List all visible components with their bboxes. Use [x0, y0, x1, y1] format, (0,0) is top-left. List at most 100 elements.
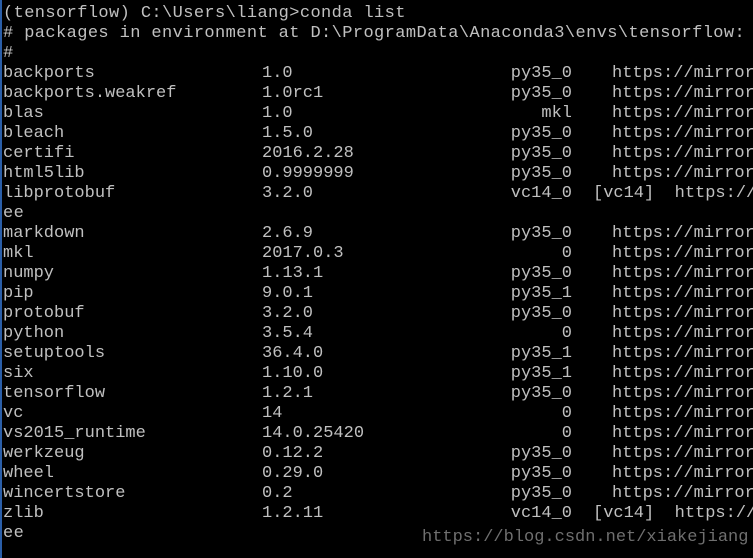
package-name: backports.weakref: [3, 84, 177, 103]
package-row: certifi 2016.2.28 py35_0 https://mirror: [0, 144, 753, 164]
package-name: html5lib: [3, 164, 85, 183]
package-name: protobuf: [3, 304, 85, 323]
package-row: libprotobuf 3.2.0 vc14_0 [vc14] https://: [0, 184, 753, 204]
package-channel: https://mirror: [612, 384, 753, 403]
package-row: pip 9.0.1 py35_1 https://mirror: [0, 284, 753, 304]
package-build: vc14_0: [510, 504, 572, 523]
package-build: py35_1: [510, 284, 572, 303]
package-channel: https://mirror: [612, 164, 753, 183]
package-row: six 1.10.0 py35_1 https://mirror: [0, 364, 753, 384]
package-build: py35_0: [510, 64, 572, 83]
wrapped-line-continuation: ee: [3, 524, 25, 543]
package-row: backports.weakref 1.0rc1 py35_0 https://mir…: [0, 84, 753, 104]
package-row: html5lib 0.9999999 py35_0 https://mirror: [0, 164, 753, 184]
prompt-command-line: (tensorflow) C:\Users\liang>conda list: [3, 4, 406, 23]
package-version: 0.29.0: [262, 464, 324, 483]
package-row: vs2015_runtime 14.0.25420 0 https://mirror: [0, 424, 753, 444]
package-build: 0: [561, 404, 572, 423]
package-version: 0.2: [262, 484, 293, 503]
package-channel: https://mirror: [612, 324, 753, 343]
package-build: py35_0: [510, 264, 572, 283]
package-build: py35_0: [510, 444, 572, 463]
package-row: zlib 1.2.11 vc14_0 [vc14] https://: [0, 504, 753, 524]
package-name: numpy: [3, 264, 55, 283]
package-channel: https://mirror: [612, 244, 753, 263]
package-channel: https://mirror: [612, 124, 753, 143]
package-row: markdown 2.6.9 py35_0 https://mirror: [0, 224, 753, 244]
package-version: 1.10.0: [262, 364, 324, 383]
package-channel: https://mirror: [612, 424, 753, 443]
package-channel: https://mirror: [612, 144, 753, 163]
package-channel: https://mirror: [612, 464, 753, 483]
package-build: vc14_0: [510, 184, 572, 203]
package-build: py35_1: [510, 364, 572, 383]
package-build: 0: [561, 324, 572, 343]
package-name: certifi: [3, 144, 75, 163]
package-name: pip: [3, 284, 34, 303]
package-row: blas 1.0 mkl https://mirror: [0, 104, 753, 124]
package-name: zlib: [3, 504, 44, 523]
package-row: python 3.5.4 0 https://mirror: [0, 324, 753, 344]
package-channel: [vc14] https://: [593, 184, 753, 203]
package-version: 0.12.2: [262, 444, 324, 463]
package-version: 1.0: [262, 104, 293, 123]
package-channel: https://mirror: [612, 264, 753, 283]
package-version: 36.4.0: [262, 344, 324, 363]
package-row: werkzeug 0.12.2 py35_0 https://mirror: [0, 444, 753, 464]
package-build: py35_0: [510, 84, 572, 103]
package-name: backports: [3, 64, 95, 83]
package-name: bleach: [3, 124, 65, 143]
package-build: mkl: [541, 104, 572, 123]
package-name: vs2015_runtime: [3, 424, 146, 443]
package-channel: https://mirror: [612, 84, 753, 103]
package-version: 1.13.1: [262, 264, 324, 283]
package-channel: https://mirror: [612, 104, 753, 123]
package-name: wincertstore: [3, 484, 126, 503]
package-name: python: [3, 324, 65, 343]
package-version: 1.0: [262, 64, 293, 83]
package-build: py35_0: [510, 484, 572, 503]
package-name: werkzeug: [3, 444, 85, 463]
comment-hash: #: [3, 44, 14, 63]
package-build: py35_0: [510, 124, 572, 143]
package-version: 2016.2.28: [262, 144, 354, 163]
watermark-url: https://blog.csdn.net/xiakejiang: [422, 528, 749, 547]
package-build: py35_1: [510, 344, 572, 363]
package-row: wheel 0.29.0 py35_0 https://mirror: [0, 464, 753, 484]
package-name: six: [3, 364, 34, 383]
package-version: 2017.0.3: [262, 244, 344, 263]
package-version: 1.2.1: [262, 384, 314, 403]
package-row: mkl 2017.0.3 0 https://mirror: [0, 244, 753, 264]
package-name: wheel: [3, 464, 55, 483]
package-channel: https://mirror: [612, 304, 753, 323]
package-build: 0: [561, 244, 572, 263]
package-version: 0.9999999: [262, 164, 354, 183]
package-channel: https://mirror: [612, 444, 753, 463]
wrapped-line-continuation: ee: [3, 204, 25, 223]
package-row: setuptools 36.4.0 py35_1 https://mirror: [0, 344, 753, 364]
package-build: 0: [561, 424, 572, 443]
package-name: libprotobuf: [3, 184, 116, 203]
package-version: 9.0.1: [262, 284, 314, 303]
package-channel: https://mirror: [612, 344, 753, 363]
package-name: setuptools: [3, 344, 106, 363]
package-build: py35_0: [510, 464, 572, 483]
package-channel: https://mirror: [612, 224, 753, 243]
package-build: py35_0: [510, 304, 572, 323]
package-version: 3.2.0: [262, 304, 314, 323]
package-version: 2.6.9: [262, 224, 314, 243]
package-channel: [vc14] https://: [593, 504, 753, 523]
package-channel: https://mirror: [612, 364, 753, 383]
package-row: bleach 1.5.0 py35_0 https://mirror: [0, 124, 753, 144]
environment-header: # packages in environment at D:\ProgramD…: [3, 24, 746, 43]
package-version: 1.0rc1: [262, 84, 324, 103]
package-name: vc: [3, 404, 24, 423]
package-row: wincertstore 0.2 py35_0 https://mirror: [0, 484, 753, 504]
package-name: tensorflow: [3, 384, 106, 403]
package-version: 3.2.0: [262, 184, 314, 203]
package-row: protobuf 3.2.0 py35_0 https://mirror: [0, 304, 753, 324]
package-build: py35_0: [510, 224, 572, 243]
package-build: py35_0: [510, 164, 572, 183]
package-row: vc 14 0 https://mirror: [0, 404, 753, 424]
package-version: 1.5.0: [262, 124, 314, 143]
